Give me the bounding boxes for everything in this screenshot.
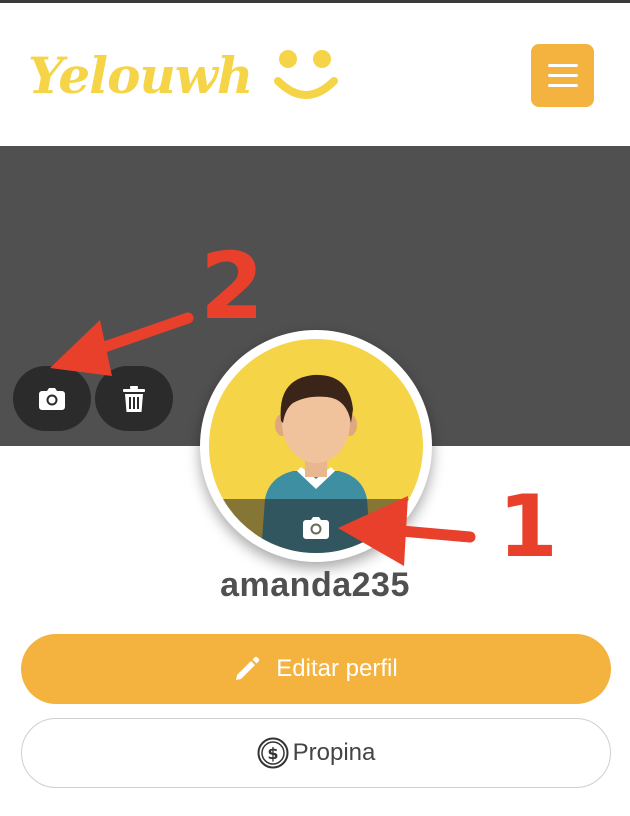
pencil-icon: [236, 656, 260, 680]
dollar-coin-icon: $: [257, 737, 289, 769]
svg-text:$: $: [267, 744, 278, 763]
app-header: Yelouwh: [0, 3, 630, 146]
avatar-image: [209, 339, 423, 553]
camera-icon: [39, 387, 65, 410]
avatar-camera-button[interactable]: [209, 499, 423, 553]
logo[interactable]: Yelouwh: [28, 35, 339, 115]
avatar[interactable]: [200, 330, 432, 562]
edit-profile-label: Editar perfil: [276, 655, 398, 682]
hamburger-icon: [547, 64, 578, 67]
logo-text: Yelouwh: [28, 45, 253, 105]
menu-button[interactable]: [531, 44, 594, 107]
tip-button[interactable]: $ Propina: [21, 718, 611, 788]
camera-icon: [303, 517, 329, 539]
annotation-number-1: 1: [498, 477, 558, 577]
trash-icon: [123, 385, 145, 412]
cover-delete-button[interactable]: [95, 366, 173, 431]
smiley-logo-icon: [274, 50, 339, 99]
edit-profile-button[interactable]: Editar perfil: [21, 634, 611, 704]
tip-label: Propina: [292, 739, 376, 766]
username: amanda235: [220, 566, 410, 604]
cover-camera-button[interactable]: [13, 366, 91, 431]
